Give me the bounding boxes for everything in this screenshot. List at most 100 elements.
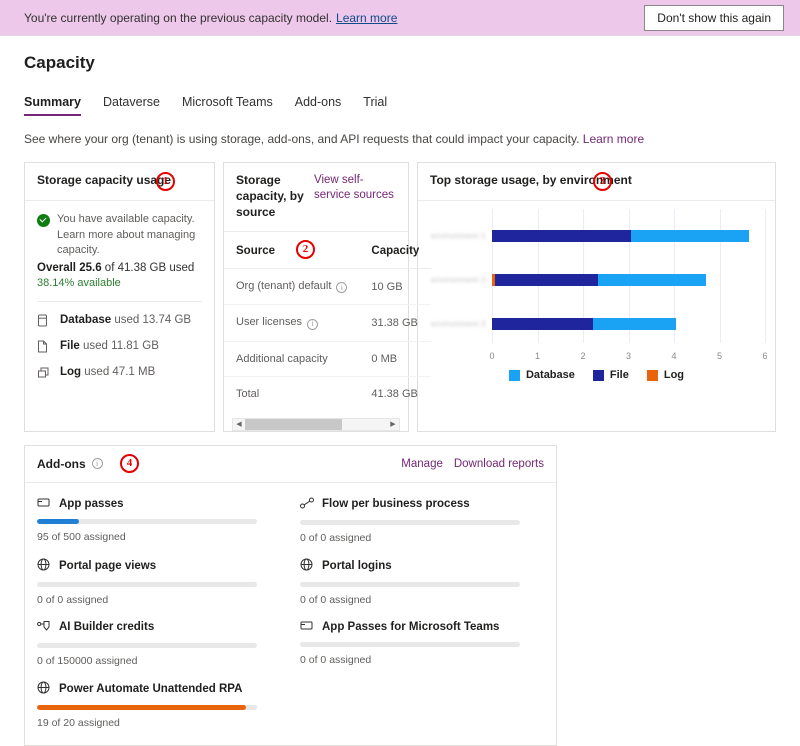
annotation-marker-4: 4 xyxy=(120,453,139,473)
addon-assigned-text: 0 of 0 assigned xyxy=(300,593,372,606)
chart-area: environment-1 environment-2 environment-… xyxy=(418,201,775,391)
addon-label: App Passes for Microsoft Teams xyxy=(322,620,500,633)
page-subtitle: See where your org (tenant) is using sto… xyxy=(24,132,776,146)
chart-plot-wrapper: environment-1 environment-2 environment-… xyxy=(428,209,768,361)
storage-capacity-by-source-card: Storage capacity, by source View self-se… xyxy=(223,162,432,432)
addon-assigned-text: 19 of 20 assigned xyxy=(37,716,120,729)
globe-icon xyxy=(37,558,51,574)
tab-trial[interactable]: Trial xyxy=(363,95,387,116)
storage-type-text: Log used 47.1 MB xyxy=(60,366,155,378)
available-percentage: 38.14% available xyxy=(37,276,121,289)
addon-item-portal-page-views: Portal page views 0 of 0 assigned xyxy=(37,558,281,606)
overall-usage-line: Overall 25.6 of 41.38 GB used xyxy=(37,262,202,274)
source-cell: Org (tenant) default i xyxy=(224,268,360,306)
capacity-page: Capacity Summary Dataverse Microsoft Tea… xyxy=(0,53,800,746)
table-horizontal-scrollbar[interactable]: ◀ ▶ xyxy=(232,417,400,431)
tab-add-ons[interactable]: Add-ons xyxy=(295,95,342,116)
tab-microsoft-teams[interactable]: Microsoft Teams xyxy=(182,95,273,116)
banner-learn-more-link[interactable]: Learn more xyxy=(336,11,397,25)
chart-bar-segment-file[interactable] xyxy=(492,318,593,330)
x-axis-tick: 3 xyxy=(625,351,632,361)
source-capacity-table: Source Capacity Org (tenant) default i 10… xyxy=(224,231,432,411)
addon-item-ai-builder-credits: AI Builder credits 0 of 150000 assigned xyxy=(37,620,281,667)
legend-label-database: Database xyxy=(525,369,575,381)
table-row-total: Total 41.38 GB xyxy=(224,376,431,411)
app-passes-icon xyxy=(300,620,314,634)
top-storage-usage-chart-card: Top storage usage, by environment 3 envi… xyxy=(417,162,776,432)
dont-show-again-button[interactable]: Don't show this again xyxy=(644,4,784,31)
cards-row: Storage capacity usage 1 You have availa… xyxy=(24,162,776,432)
storage-type-log: Log used 47.1 MB xyxy=(37,366,202,379)
info-icon[interactable]: i xyxy=(336,282,348,294)
legend-item-database: Database xyxy=(508,369,575,381)
chart-bar-row xyxy=(492,230,765,242)
addon-item-app-passes: App passes 95 of 500 assigned xyxy=(37,497,281,544)
tab-bar: Summary Dataverse Microsoft Teams Add-on… xyxy=(24,95,776,116)
overall-rest: of 41.38 GB used xyxy=(104,261,195,274)
chart-bar-segment-database[interactable] xyxy=(598,274,706,286)
scroll-right-arrow[interactable]: ▶ xyxy=(387,420,399,428)
chart-bar-row xyxy=(492,318,765,330)
tab-summary[interactable]: Summary xyxy=(24,95,81,116)
storage-type-name: Log xyxy=(60,366,82,379)
manage-link[interactable]: Manage xyxy=(401,458,443,470)
chart-bar-segment-database[interactable] xyxy=(631,230,749,242)
capacity-model-banner: You're currently operating on the previo… xyxy=(0,0,800,36)
storage-type-text: Database used 13.74 GB xyxy=(60,314,191,326)
addon-assigned-text: 95 of 500 assigned xyxy=(37,530,126,543)
storage-type-value: used 13.74 GB xyxy=(114,314,192,327)
addon-assigned-text: 0 of 0 assigned xyxy=(300,653,372,666)
addons-card-header: Add-ons i 4 Manage Download reports xyxy=(25,446,556,483)
legend-label-log: Log xyxy=(663,369,685,381)
file-icon xyxy=(37,340,51,353)
x-axis-tick: 4 xyxy=(671,351,677,361)
overall-label: Overall xyxy=(37,261,76,274)
annotation-marker-1: 1 xyxy=(156,172,175,191)
download-reports-link[interactable]: Download reports xyxy=(454,458,544,470)
storage-type-value: used 47.1 MB xyxy=(84,366,156,379)
scroll-left-arrow[interactable]: ◀ xyxy=(233,420,245,428)
scrollbar-track[interactable] xyxy=(245,418,387,430)
x-axis-tick: 6 xyxy=(762,351,768,361)
page-subtitle-learn-more-link[interactable]: Learn more xyxy=(583,132,644,146)
info-icon[interactable]: i xyxy=(307,318,319,330)
chart-bar-segment-file[interactable] xyxy=(494,274,599,286)
addon-progress-track xyxy=(37,581,257,587)
legend-item-log: Log xyxy=(646,369,685,381)
storage-usage-card-title: Storage capacity usage xyxy=(37,173,172,187)
chart-legend: Database File Log xyxy=(428,369,765,381)
chart-y-axis-labels: environment-1 environment-2 environment-… xyxy=(428,209,492,361)
addon-item-portal-logins: Portal logins 0 of 0 assigned xyxy=(300,558,544,606)
view-self-service-sources-link[interactable]: View self-service sources xyxy=(314,173,396,204)
addon-progress-fill xyxy=(37,704,246,710)
source-cell: Additional capacity xyxy=(224,341,360,377)
storage-type-text: File used 11.81 GB xyxy=(60,340,159,352)
addon-name-row: AI Builder credits xyxy=(37,620,281,635)
table-row: User licenses i 31.38 GB xyxy=(224,304,432,342)
addon-label: Power Automate Unattended RPA xyxy=(59,682,243,695)
chart-bar-segment-file[interactable] xyxy=(492,230,632,242)
source-card-header: Storage capacity, by source View self-se… xyxy=(224,163,408,232)
source-label: Org (tenant) default xyxy=(236,279,332,292)
addon-label: AI Builder credits xyxy=(59,621,155,634)
page-title: Capacity xyxy=(24,53,95,72)
storage-usage-card-body: You have available capacity. Learn more … xyxy=(25,201,214,379)
y-axis-label: environment-1 xyxy=(430,231,486,241)
info-icon[interactable]: i xyxy=(91,458,103,470)
table-row: Org (tenant) default i 10 GB xyxy=(224,268,432,306)
addon-name-row: Flow per business process xyxy=(300,497,544,512)
tab-dataverse[interactable]: Dataverse xyxy=(103,95,160,116)
addon-item-flow-per-business-process: Flow per business process 0 of 0 assigned xyxy=(300,497,544,544)
storage-usage-card-header: Storage capacity usage 1 xyxy=(25,163,214,201)
storage-type-list: Database used 13.74 GB File used 11.81 G… xyxy=(37,302,202,379)
addon-name-row: Power Automate Unattended RPA xyxy=(37,681,281,697)
storage-type-database: Database used 13.74 GB xyxy=(37,314,202,327)
addon-progress-track xyxy=(37,704,257,710)
scrollbar-thumb[interactable] xyxy=(245,418,342,430)
success-check-icon xyxy=(37,214,50,227)
capacity-status-text: You have available capacity. Learn more … xyxy=(57,213,196,257)
chart-bar-segment-database[interactable] xyxy=(592,318,676,330)
storage-type-file: File used 11.81 GB xyxy=(37,340,202,353)
addon-assigned-text: 0 of 150000 assigned xyxy=(37,654,138,667)
addon-name-row: App passes xyxy=(37,497,281,511)
